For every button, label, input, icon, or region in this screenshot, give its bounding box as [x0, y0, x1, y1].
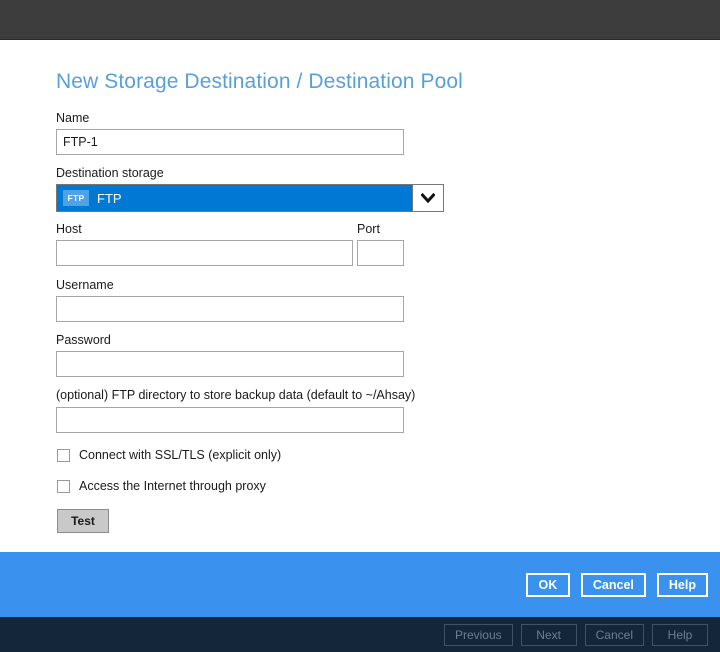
destination-storage-selected-label: FTP	[97, 191, 122, 206]
destination-storage-selected-value[interactable]: FTP FTP	[57, 185, 412, 211]
previous-button[interactable]: Previous	[444, 624, 513, 646]
checkbox-ssl-tls[interactable]	[57, 449, 70, 462]
checkbox-row-proxy[interactable]: Access the Internet through proxy	[57, 479, 266, 493]
wizard-nav-bar: Previous Next Cancel Help	[0, 617, 720, 652]
help-button[interactable]: Help	[657, 573, 708, 597]
ok-button[interactable]: OK	[526, 573, 570, 597]
nav-help-button[interactable]: Help	[652, 624, 708, 646]
checkbox-ssl-tls-label: Connect with SSL/TLS (explicit only)	[79, 448, 281, 462]
username-label: Username	[56, 278, 114, 292]
dialog-action-bar: OK Cancel Help	[0, 552, 720, 617]
checkbox-proxy[interactable]	[57, 480, 70, 493]
host-input[interactable]	[56, 240, 353, 266]
checkbox-proxy-label: Access the Internet through proxy	[79, 479, 266, 493]
page-title: New Storage Destination / Destination Po…	[56, 70, 463, 94]
port-label: Port	[357, 222, 380, 236]
nav-cancel-button[interactable]: Cancel	[585, 624, 644, 646]
ftp-directory-label: (optional) FTP directory to store backup…	[56, 388, 415, 402]
wizard-nav-buttons: Previous Next Cancel Help	[444, 624, 708, 646]
port-input[interactable]	[357, 240, 404, 266]
dialog-action-buttons: OK Cancel Help	[526, 573, 708, 597]
checkbox-row-ssl-tls[interactable]: Connect with SSL/TLS (explicit only)	[57, 448, 281, 462]
destination-storage-label: Destination storage	[56, 166, 164, 180]
test-button[interactable]: Test	[57, 509, 109, 533]
ftp-directory-input[interactable]	[56, 407, 404, 433]
window-title-bar	[0, 0, 720, 40]
password-label: Password	[56, 333, 111, 347]
name-label: Name	[56, 111, 89, 125]
main-content: New Storage Destination / Destination Po…	[0, 41, 720, 552]
password-input[interactable]	[56, 351, 404, 377]
next-button[interactable]: Next	[521, 624, 577, 646]
ftp-icon: FTP	[63, 190, 89, 206]
chevron-down-icon[interactable]	[412, 185, 443, 211]
name-input[interactable]	[56, 129, 404, 155]
username-input[interactable]	[56, 296, 404, 322]
host-label: Host	[56, 222, 82, 236]
destination-storage-select[interactable]: FTP FTP	[56, 184, 444, 212]
cancel-button[interactable]: Cancel	[581, 573, 646, 597]
